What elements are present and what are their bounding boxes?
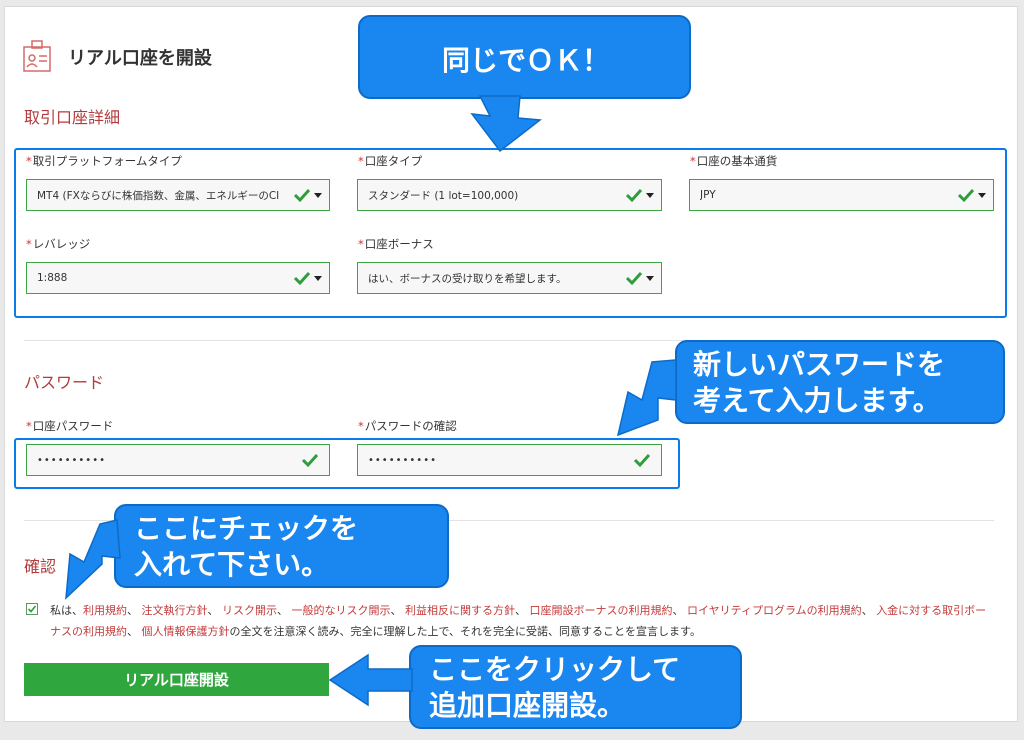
checkmark-icon: [27, 605, 37, 613]
agreement-prefix: 私は、: [50, 604, 83, 617]
agreement-text: 私は、利用規約、 注文執行方針、 リスク開示、 一般的なリスク開示、 利益相反に…: [50, 604, 987, 638]
page-header: リアル口座を開設: [22, 40, 212, 74]
section-title-password: パスワード: [24, 373, 105, 392]
agreement-link[interactable]: 利用規約: [83, 604, 127, 617]
agreement-link[interactable]: 口座開設ボーナスの利用規約: [530, 604, 673, 617]
arrow-icon: [65, 519, 121, 600]
agreement-link[interactable]: 個人情報保護方針: [142, 625, 230, 638]
id-card-icon: [22, 40, 52, 74]
agreement-row: 私は、利用規約、 注文執行方針、 リスク開示、 一般的なリスク開示、 利益相反に…: [26, 600, 996, 642]
agreement-link[interactable]: 注文執行方針: [142, 604, 208, 617]
section-title-confirm: 確認: [24, 557, 57, 576]
callout-check-here: ここにチェックを 入れて下さい。: [114, 504, 449, 588]
agreement-link[interactable]: 一般的なリスク開示: [292, 604, 391, 617]
arrow-icon: [328, 653, 413, 707]
agreement-link[interactable]: ロイヤリティプログラムの利用規約: [687, 604, 862, 617]
page-title: リアル口座を開設: [68, 48, 212, 69]
arrow-icon: [470, 95, 542, 153]
section-title-account-details: 取引口座詳細: [24, 108, 121, 127]
agreement-suffix: の全文を注意深く読み、完全に理解した上で、それを完全に受諾、同意することを宣言し…: [229, 625, 701, 638]
agreement-link[interactable]: 利益相反に関する方針: [405, 604, 515, 617]
highlight-password-fields: [14, 438, 680, 489]
agreement-checkbox[interactable]: [26, 603, 38, 615]
password-label: *口座パスワード: [26, 419, 114, 433]
arrow-icon: [616, 359, 677, 437]
open-real-account-button[interactable]: リアル口座開設: [24, 663, 329, 696]
callout-same-ok: 同じでＯＫ！: [358, 15, 691, 99]
highlight-account-fields: [14, 148, 1007, 318]
agreement-link[interactable]: リスク開示: [222, 604, 277, 617]
password-confirm-label: *パスワードの確認: [358, 419, 457, 433]
callout-new-password: 新しいパスワードを 考えて入力します。: [675, 340, 1005, 424]
callout-click-here: ここをクリックして 追加口座開設。: [409, 645, 742, 729]
